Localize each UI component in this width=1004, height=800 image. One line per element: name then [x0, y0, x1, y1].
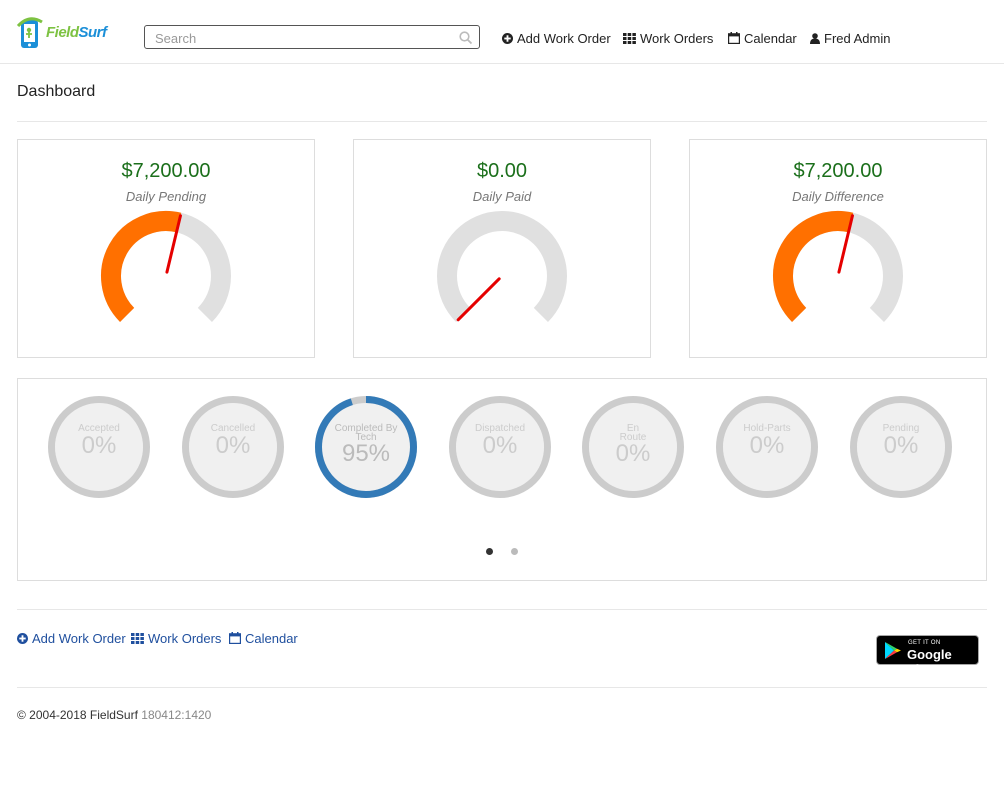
stat-card-daily-difference: $7,200.00 Daily Difference [689, 139, 987, 358]
google-play-badge[interactable]: GET IT ON Google Play [876, 635, 979, 677]
status-donut-en-route: En Route 0% [581, 395, 685, 499]
footer-add-work-order[interactable]: Add Work Order [17, 630, 126, 646]
brand-name-field: Field [46, 24, 79, 41]
carousel-dot-1[interactable] [486, 548, 493, 555]
donut-value: 0% [215, 432, 251, 459]
donut-value: 95% [341, 440, 391, 467]
grid-icon [623, 32, 636, 44]
footer-add-work-order-label: Add Work Order [32, 630, 126, 646]
copyright-text: © 2004-2018 FieldSurf [17, 708, 138, 722]
donut-value: 0% [615, 440, 651, 467]
gauge-needle [456, 277, 501, 322]
google-play-big-text: Google Play [907, 647, 952, 677]
donut-value: 0% [883, 432, 919, 459]
search-icon[interactable] [459, 31, 473, 45]
footer-calendar[interactable]: Calendar [229, 630, 298, 646]
status-carousel: Accepted 0% Cancelled 0% Completed By Te… [17, 378, 987, 581]
fieldsurf-logo[interactable]: FieldSurf [16, 12, 120, 54]
footer-work-orders-label: Work Orders [148, 630, 222, 646]
footer-divider-bottom [17, 687, 987, 688]
stat-card-daily-paid: $0.00 Daily Paid [353, 139, 651, 358]
gauge-chart [437, 211, 567, 322]
search-input[interactable] [153, 27, 457, 49]
stat-label: Daily Pending [125, 189, 207, 204]
donut-value: 0% [749, 432, 785, 459]
title-divider [17, 121, 987, 122]
status-donut-accepted: Accepted 0% [47, 395, 151, 499]
google-play-icon [885, 642, 901, 659]
search-box [144, 25, 480, 49]
footer-divider-top [17, 609, 987, 610]
nav-add-work-order-label: Add Work Order [517, 30, 611, 46]
nav-calendar-label: Calendar [744, 30, 797, 46]
calendar-icon [728, 32, 740, 44]
plus-circle-icon [502, 32, 513, 44]
status-donut-completed-by-tech: Completed By Tech 95% [314, 395, 418, 499]
gauge-chart [773, 211, 903, 322]
brand-wordmark: FieldSurf [46, 24, 107, 41]
nav-work-orders[interactable]: Work Orders [623, 29, 713, 47]
nav-user-label: Fred Admin [824, 30, 891, 46]
google-play-small-text: GET IT ON [908, 640, 941, 646]
footer-work-orders[interactable]: Work Orders [131, 630, 221, 646]
nav-calendar[interactable]: Calendar [728, 29, 797, 47]
grid-icon [131, 632, 144, 644]
header-divider [0, 63, 1004, 64]
status-donut-dispatched: Dispatched 0% [448, 395, 552, 499]
gauge-chart [101, 211, 231, 322]
phone-logo-icon [16, 17, 43, 48]
page-title: Dashboard [17, 83, 96, 100]
stat-card-daily-pending: $7,200.00 Daily Pending [17, 139, 315, 358]
donut-value: 0% [81, 432, 117, 459]
version-number: 180412:1420 [141, 708, 212, 722]
stat-label: Daily Paid [472, 189, 532, 204]
nav-add-work-order[interactable]: Add Work Order [502, 29, 611, 47]
calendar-icon [229, 632, 241, 644]
status-donut-pending: Pending 0% [849, 395, 953, 499]
stat-value: $0.00 [476, 160, 528, 182]
nav-user-menu[interactable]: Fred Admin [810, 29, 890, 47]
user-icon [810, 32, 820, 44]
plus-circle-icon [17, 632, 28, 644]
stat-value: $7,200.00 [793, 160, 883, 182]
donut-value: 0% [482, 432, 518, 459]
nav-work-orders-label: Work Orders [640, 30, 714, 46]
status-donut-hold-parts: Hold-Parts 0% [715, 395, 819, 499]
copyright: © 2004-2018 FieldSurf 180412:1420 [17, 708, 211, 722]
stat-value: $7,200.00 [121, 160, 211, 182]
status-donut-cancelled: Cancelled 0% [181, 395, 285, 499]
stat-label: Daily Difference [792, 189, 884, 204]
carousel-dot-2[interactable] [511, 548, 518, 555]
footer-calendar-label: Calendar [245, 630, 298, 646]
brand-name-surf: Surf [78, 24, 108, 41]
